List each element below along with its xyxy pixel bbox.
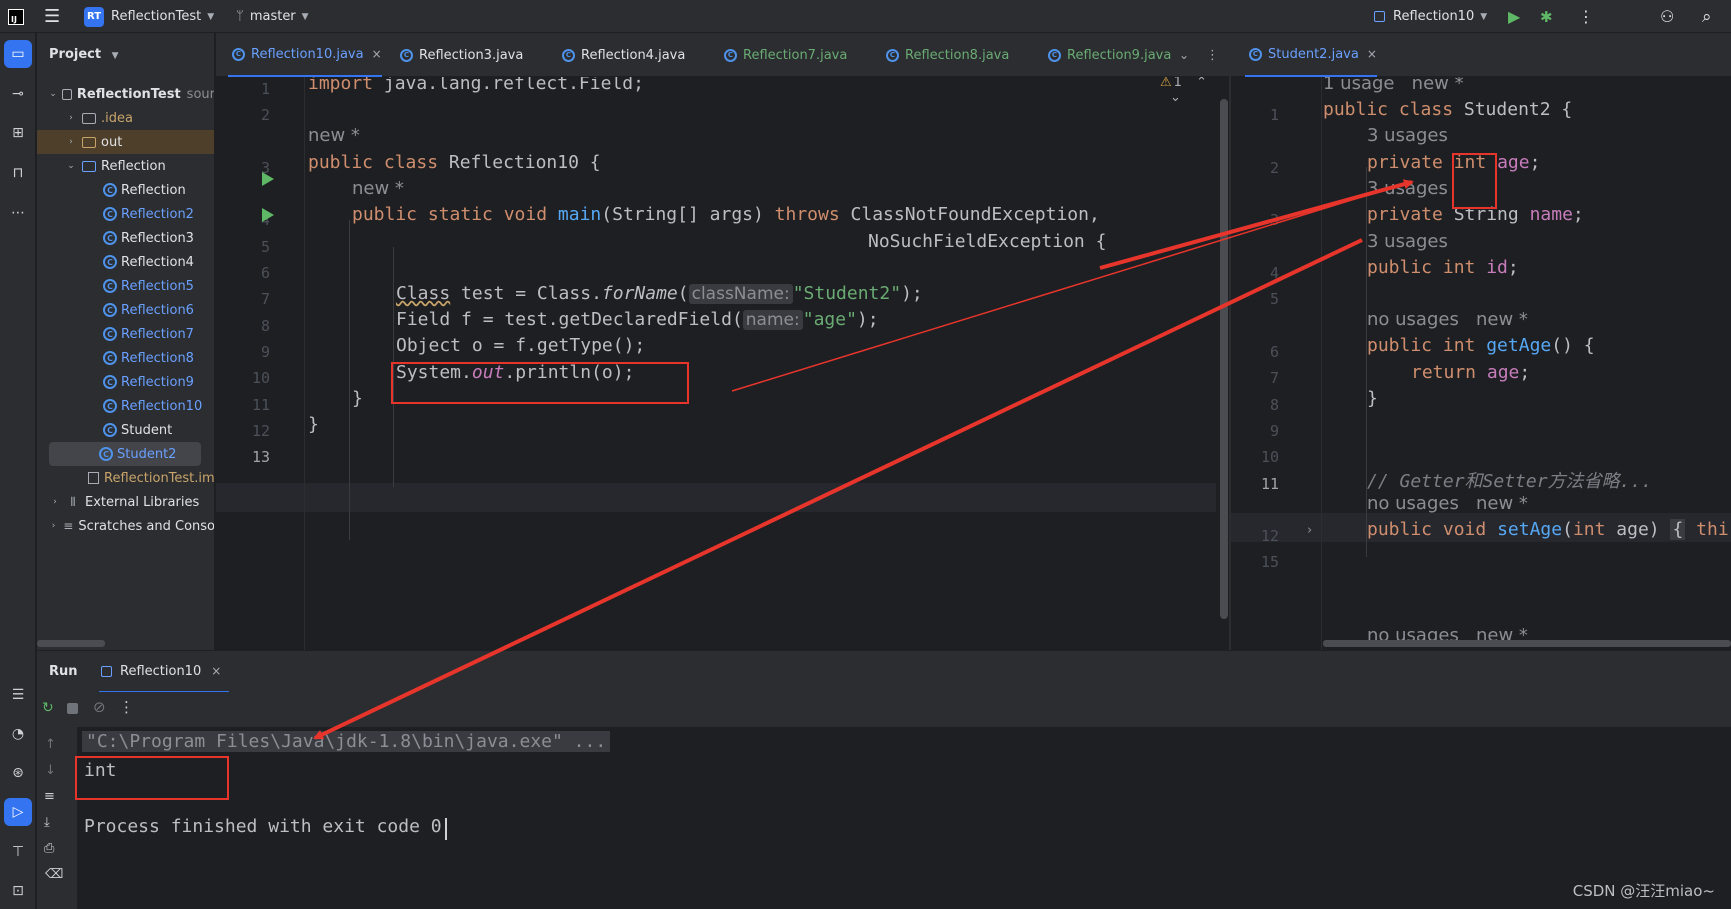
annotation-arrows [313, 179, 1414, 740]
thin-arrow-line [731, 181, 1411, 392]
arrow-to-console-output [313, 238, 1363, 740]
arrow-to-int-type [1099, 179, 1414, 270]
watermark: CSDN @汪汪miao~ [1572, 882, 1715, 900]
